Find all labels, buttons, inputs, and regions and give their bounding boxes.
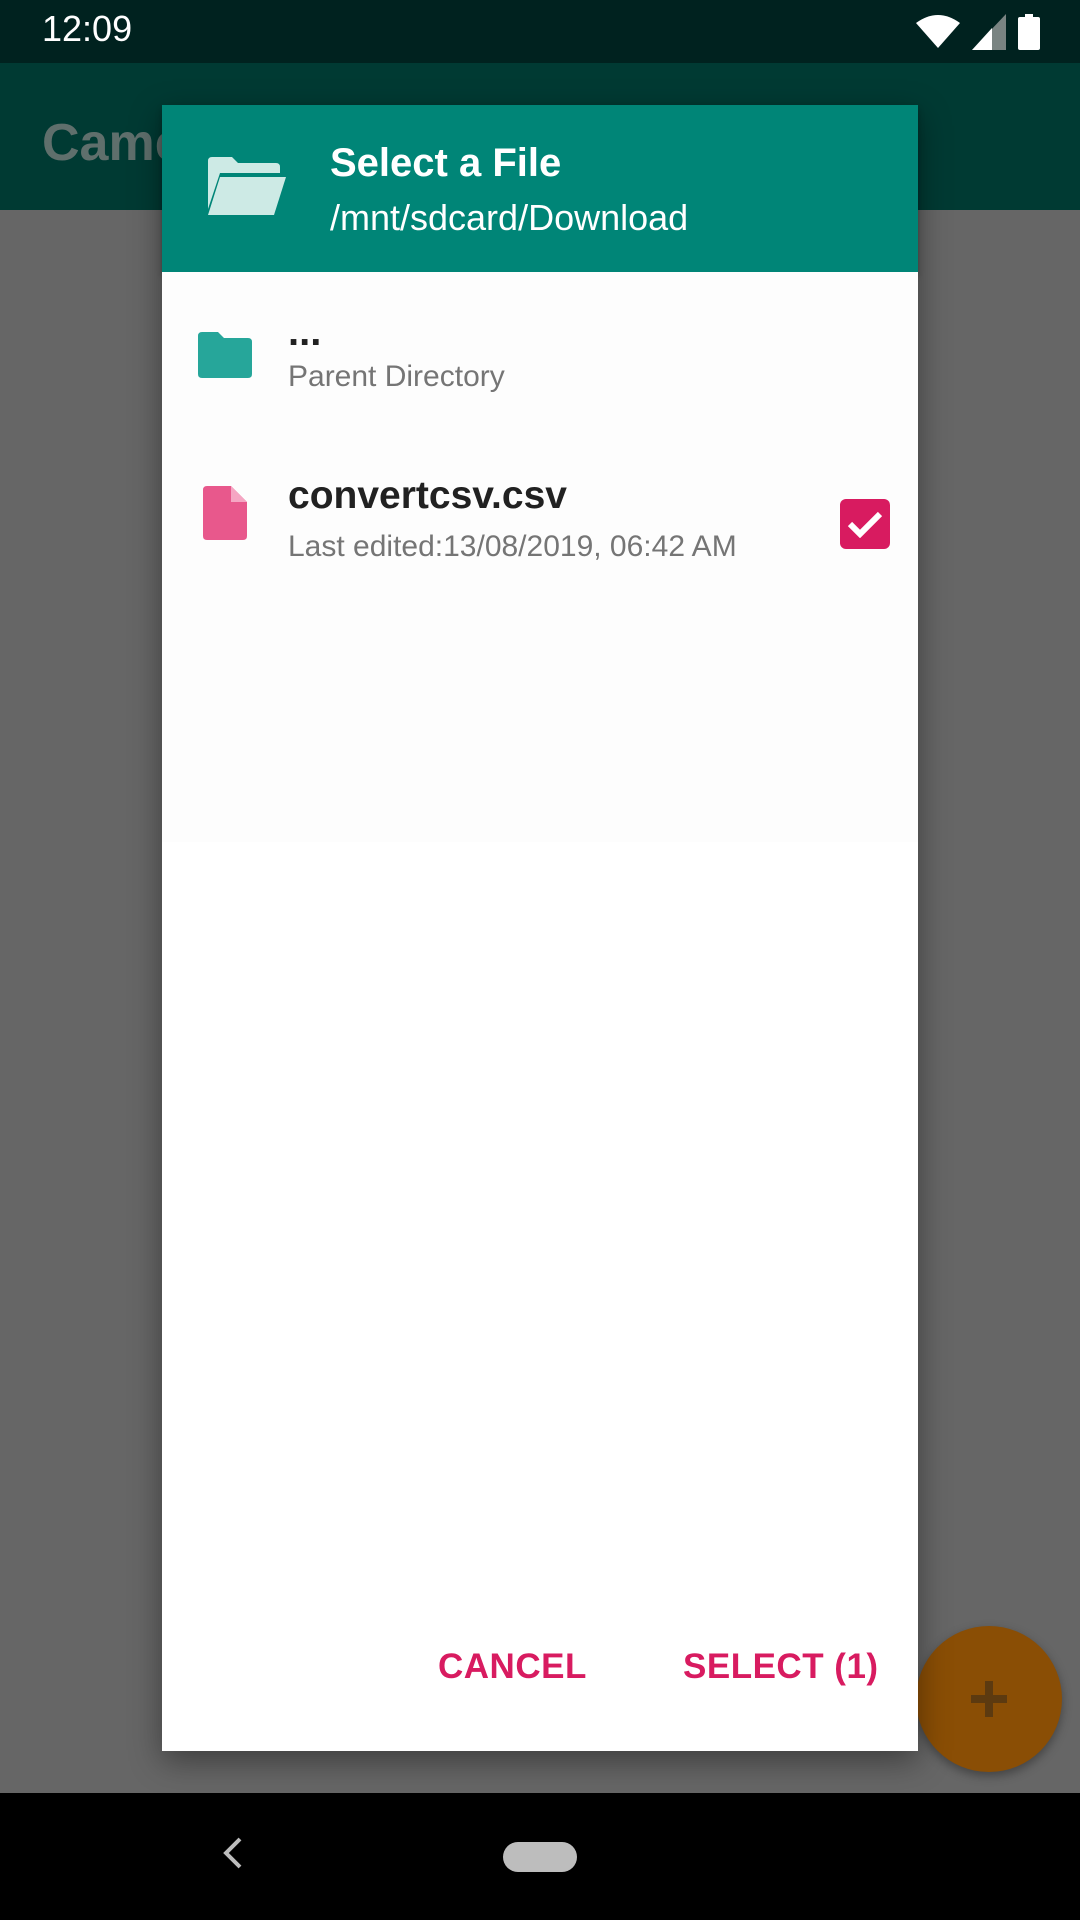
dialog-title: Select a File — [330, 141, 562, 185]
status-time: 12:09 — [42, 8, 133, 49]
item-name: ... — [288, 310, 322, 354]
status-icons — [916, 12, 1040, 52]
select-checkbox[interactable] — [840, 499, 890, 549]
dialog-header: Select a File /mnt/sdcard/Download — [162, 105, 918, 272]
check-icon — [847, 511, 883, 538]
cancel-button[interactable]: CANCEL — [438, 1647, 587, 1687]
battery-icon — [1018, 14, 1040, 50]
folder-icon — [198, 332, 252, 378]
file-picker-dialog: Select a File /mnt/sdcard/Download ... P… — [162, 105, 918, 1751]
back-icon[interactable] — [218, 1833, 248, 1873]
item-name: convertcsv.csv — [288, 474, 567, 517]
file-icon — [203, 486, 247, 540]
wifi-icon — [916, 15, 960, 48]
plus-icon — [971, 1681, 1007, 1717]
file-list: ... Parent Directory convertcsv.csv Last… — [162, 272, 918, 842]
folder-open-icon — [208, 157, 286, 215]
list-item-file[interactable]: convertcsv.csv Last edited:13/08/2019, 0… — [162, 422, 918, 592]
item-subtitle: Parent Directory — [288, 360, 505, 393]
list-item-parent-directory[interactable]: ... Parent Directory — [162, 272, 918, 422]
signal-icon — [972, 14, 1006, 50]
dialog-path: /mnt/sdcard/Download — [330, 197, 689, 238]
home-pill-icon[interactable] — [503, 1842, 577, 1872]
item-subtitle: Last edited:13/08/2019, 06:42 AM — [288, 530, 737, 563]
status-bar: 12:09 — [0, 0, 1080, 63]
select-button[interactable]: SELECT (1) — [683, 1647, 879, 1687]
add-fab-button[interactable] — [916, 1626, 1062, 1772]
